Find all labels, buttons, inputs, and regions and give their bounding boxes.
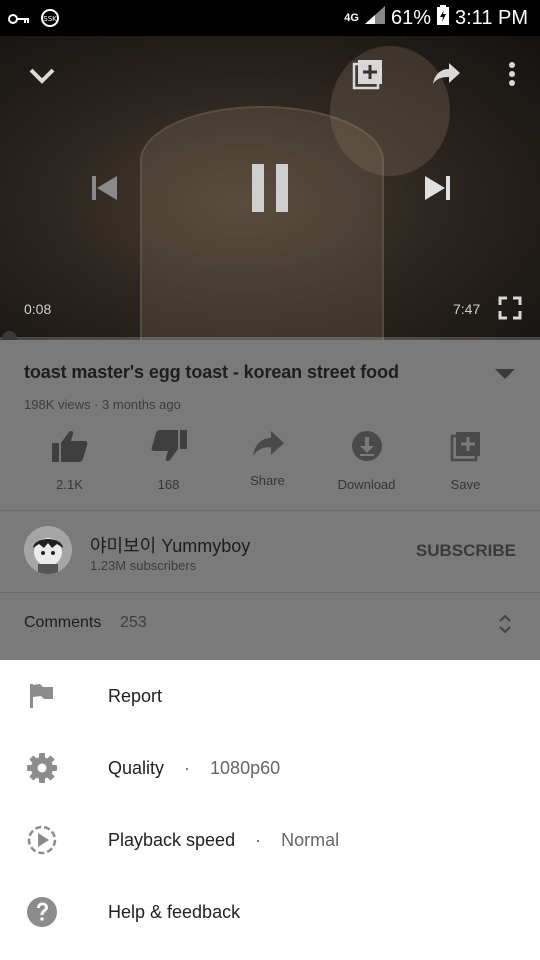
key-icon — [8, 12, 30, 30]
battery-icon — [437, 5, 449, 31]
network-type: 4G — [344, 12, 359, 24]
duration-time: 7:47 — [453, 301, 481, 317]
status-bar: SSK 4G 61% 3:11 PM — [0, 0, 540, 36]
save-button[interactable]: Save — [416, 430, 515, 492]
fullscreen-icon[interactable] — [494, 292, 526, 324]
quality-value: 1080p60 — [210, 757, 281, 778]
next-icon[interactable] — [418, 168, 458, 208]
download-button[interactable]: Download — [317, 430, 416, 492]
channel-avatar[interactable] — [24, 526, 72, 574]
options-sheet: Report Quality · 1080p60 Playback speed … — [0, 660, 540, 960]
save-label: Save — [450, 477, 481, 492]
add-to-playlist-icon[interactable] — [350, 56, 386, 92]
video-title: toast master's egg toast - korean street… — [24, 362, 399, 382]
gear-icon — [0, 752, 108, 784]
sort-comments-icon[interactable] — [494, 610, 516, 638]
expand-description-icon[interactable] — [490, 364, 520, 384]
video-info: toast master's egg toast - korean street… — [0, 340, 540, 660]
like-button[interactable]: 2.1K — [20, 430, 119, 492]
divider — [0, 592, 540, 593]
add-to-playlist-icon — [450, 430, 482, 467]
more-options-icon[interactable] — [494, 56, 530, 92]
thumbs-down-icon — [151, 430, 187, 467]
subscribe-button[interactable]: SUBSCRIBE — [416, 541, 516, 561]
sheet-item-quality[interactable]: Quality · 1080p60 — [0, 732, 540, 804]
share-icon[interactable] — [428, 56, 464, 92]
channel-name[interactable]: 야미보이 Yummyboy — [90, 532, 250, 558]
elapsed-time: 0:08 — [24, 301, 52, 317]
clock: 3:11 PM — [455, 6, 528, 29]
comments-count: 253 — [120, 614, 147, 631]
help-icon — [0, 896, 108, 928]
thumbs-up-icon — [51, 430, 88, 467]
video-meta: 198K views · 3 months ago — [24, 397, 181, 412]
share-button[interactable]: Share — [218, 430, 317, 492]
like-count: 2.1K — [56, 477, 83, 492]
flag-icon — [0, 680, 108, 712]
sheet-item-playback-speed[interactable]: Playback speed · Normal — [0, 804, 540, 876]
dislike-count: 168 — [157, 477, 180, 492]
sheet-item-label: Playback speed — [108, 829, 236, 850]
share-label: Share — [250, 473, 285, 488]
video-frame-cup — [140, 106, 384, 340]
video-player[interactable]: 0:08 7:47 — [0, 36, 540, 340]
divider — [0, 510, 540, 511]
dislike-button[interactable]: 168 — [119, 430, 218, 492]
previous-icon[interactable] — [84, 168, 124, 208]
download-icon — [351, 430, 383, 467]
separator-dot: · — [184, 757, 191, 778]
download-label: Download — [337, 477, 396, 492]
playback-speed-icon — [0, 824, 108, 856]
ssk-icon: SSK — [40, 8, 60, 33]
share-icon — [251, 430, 285, 463]
sheet-item-report[interactable]: Report — [0, 660, 540, 732]
sheet-item-help[interactable]: Help & feedback — [0, 876, 540, 948]
signal-icon — [364, 6, 385, 30]
comments-label[interactable]: Comments — [24, 614, 101, 632]
sheet-item-label: Quality — [108, 757, 165, 778]
pause-icon[interactable] — [240, 158, 300, 218]
separator-dot: · — [255, 829, 262, 850]
subscriber-count: 1.23M subscribers — [90, 558, 197, 573]
svg-text:SSK: SSK — [43, 15, 57, 23]
battery-percent: 61% — [390, 6, 431, 29]
collapse-chevron-icon[interactable] — [24, 58, 60, 94]
playback-speed-value: Normal — [281, 829, 340, 850]
sheet-item-label: Report — [108, 685, 163, 706]
action-row: 2.1K 168 Share Download Save — [20, 430, 520, 492]
sheet-item-label: Help & feedback — [108, 901, 241, 922]
